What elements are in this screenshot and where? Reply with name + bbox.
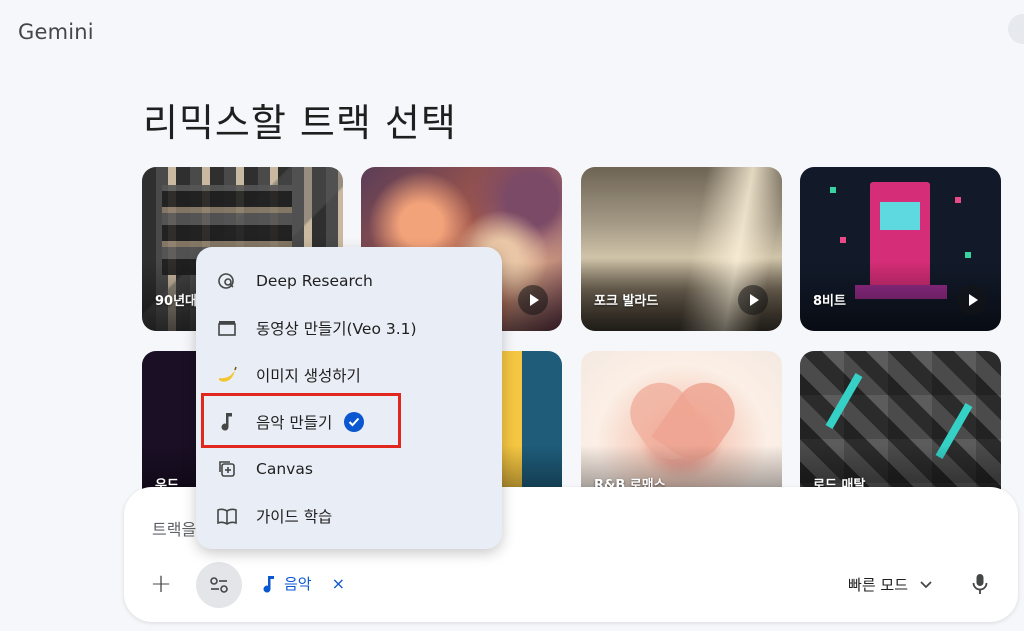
- menu-item-label: Canvas: [256, 459, 313, 478]
- book-icon: [216, 505, 238, 527]
- tools-icon: [210, 577, 228, 593]
- remove-tool-button[interactable]: ×: [332, 574, 345, 593]
- brand-logo[interactable]: Gemini: [18, 20, 94, 44]
- track-card[interactable]: 포크 발라드: [581, 167, 782, 331]
- mode-label: 빠른 모드: [848, 576, 908, 594]
- menu-item-deep-research[interactable]: Deep Research: [196, 257, 502, 304]
- plus-icon: +: [150, 569, 172, 599]
- track-label: 90년대: [155, 294, 198, 309]
- track-label: 8비트: [813, 294, 846, 309]
- music-note-icon: [263, 575, 274, 593]
- prompt-input[interactable]: 트랙을: [152, 516, 196, 540]
- canvas-icon: [216, 458, 238, 480]
- menu-item-image[interactable]: 이미지 생성하기: [196, 351, 502, 398]
- track-card[interactable]: 8비트: [800, 167, 1001, 331]
- deep-research-icon: [216, 270, 238, 292]
- menu-item-label: Deep Research: [256, 271, 373, 290]
- track-label: 포크 발라드: [594, 294, 659, 309]
- play-icon[interactable]: [957, 285, 987, 315]
- page-title: 리믹스할 트랙 선택: [143, 101, 457, 145]
- account-avatar[interactable]: [1008, 14, 1024, 44]
- tools-button[interactable]: [196, 562, 242, 608]
- menu-item-label: 이미지 생성하기: [256, 366, 361, 385]
- menu-item-label: 가이드 학습: [256, 507, 333, 526]
- menu-item-video[interactable]: 동영상 만들기(Veo 3.1): [196, 304, 502, 351]
- mic-button[interactable]: [966, 569, 994, 599]
- mode-selector[interactable]: 빠른 모드: [848, 574, 932, 595]
- selection-highlight: [201, 393, 401, 448]
- active-tool-chip[interactable]: 음악 ×: [262, 573, 345, 594]
- play-icon[interactable]: [518, 285, 548, 315]
- play-icon[interactable]: [738, 285, 768, 315]
- menu-item-label: 동영상 만들기(Veo 3.1): [256, 319, 417, 338]
- menu-item-canvas[interactable]: Canvas: [196, 445, 502, 492]
- chevron-down-icon: [920, 580, 932, 588]
- video-clapper-icon: [216, 317, 238, 339]
- active-tool-label: 음악: [284, 575, 312, 593]
- menu-item-guided-learning[interactable]: 가이드 학습: [196, 492, 502, 539]
- microphone-icon: [972, 574, 988, 594]
- banana-icon: [216, 364, 238, 386]
- add-button[interactable]: +: [144, 567, 178, 601]
